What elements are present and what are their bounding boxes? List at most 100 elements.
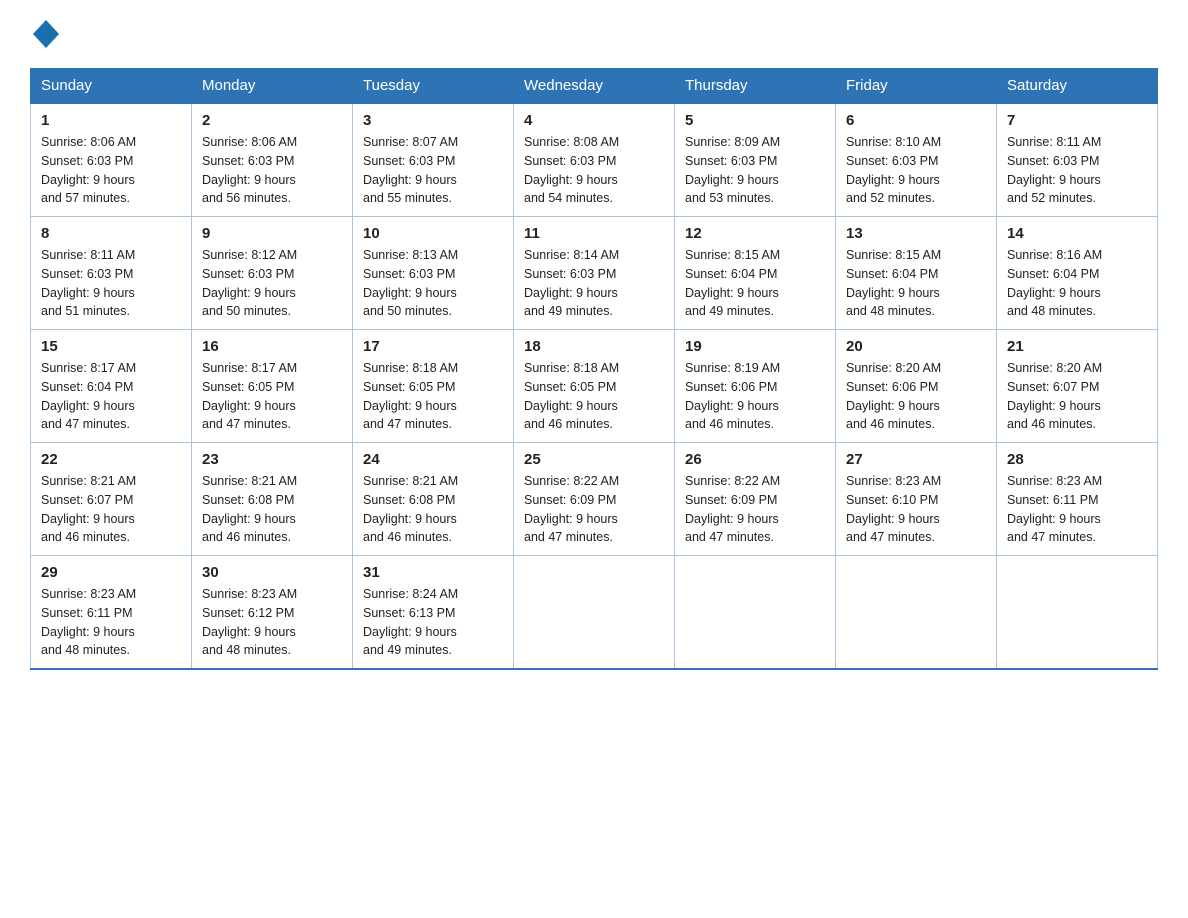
day-info: Sunrise: 8:17 AM Sunset: 6:04 PM Dayligh… <box>41 359 181 434</box>
day-number: 14 <box>1007 225 1147 242</box>
day-info: Sunrise: 8:09 AM Sunset: 6:03 PM Dayligh… <box>685 133 825 208</box>
day-info: Sunrise: 8:08 AM Sunset: 6:03 PM Dayligh… <box>524 133 664 208</box>
calendar-cell: 3 Sunrise: 8:07 AM Sunset: 6:03 PM Dayli… <box>353 103 514 217</box>
day-info: Sunrise: 8:23 AM Sunset: 6:10 PM Dayligh… <box>846 472 986 547</box>
calendar-body: 1 Sunrise: 8:06 AM Sunset: 6:03 PM Dayli… <box>31 103 1158 669</box>
day-number: 18 <box>524 338 664 355</box>
day-number: 2 <box>202 112 342 129</box>
calendar-cell: 27 Sunrise: 8:23 AM Sunset: 6:10 PM Dayl… <box>836 443 997 556</box>
day-number: 3 <box>363 112 503 129</box>
day-info: Sunrise: 8:23 AM Sunset: 6:11 PM Dayligh… <box>1007 472 1147 547</box>
weekday-friday: Friday <box>836 69 997 104</box>
calendar-week-5: 29 Sunrise: 8:23 AM Sunset: 6:11 PM Dayl… <box>31 556 1158 670</box>
day-info: Sunrise: 8:20 AM Sunset: 6:07 PM Dayligh… <box>1007 359 1147 434</box>
day-info: Sunrise: 8:20 AM Sunset: 6:06 PM Dayligh… <box>846 359 986 434</box>
calendar-header: SundayMondayTuesdayWednesdayThursdayFrid… <box>31 69 1158 104</box>
calendar-week-2: 8 Sunrise: 8:11 AM Sunset: 6:03 PM Dayli… <box>31 217 1158 330</box>
calendar-cell: 2 Sunrise: 8:06 AM Sunset: 6:03 PM Dayli… <box>192 103 353 217</box>
weekday-wednesday: Wednesday <box>514 69 675 104</box>
calendar-cell: 1 Sunrise: 8:06 AM Sunset: 6:03 PM Dayli… <box>31 103 192 217</box>
day-number: 30 <box>202 564 342 581</box>
day-info: Sunrise: 8:14 AM Sunset: 6:03 PM Dayligh… <box>524 246 664 321</box>
day-number: 22 <box>41 451 181 468</box>
day-number: 16 <box>202 338 342 355</box>
day-number: 11 <box>524 225 664 242</box>
day-info: Sunrise: 8:24 AM Sunset: 6:13 PM Dayligh… <box>363 585 503 660</box>
calendar-table: SundayMondayTuesdayWednesdayThursdayFrid… <box>30 68 1158 670</box>
calendar-cell: 19 Sunrise: 8:19 AM Sunset: 6:06 PM Dayl… <box>675 330 836 443</box>
day-number: 23 <box>202 451 342 468</box>
calendar-cell: 14 Sunrise: 8:16 AM Sunset: 6:04 PM Dayl… <box>997 217 1158 330</box>
day-info: Sunrise: 8:07 AM Sunset: 6:03 PM Dayligh… <box>363 133 503 208</box>
calendar-cell: 6 Sunrise: 8:10 AM Sunset: 6:03 PM Dayli… <box>836 103 997 217</box>
weekday-header-row: SundayMondayTuesdayWednesdayThursdayFrid… <box>31 69 1158 104</box>
day-number: 31 <box>363 564 503 581</box>
day-info: Sunrise: 8:15 AM Sunset: 6:04 PM Dayligh… <box>685 246 825 321</box>
day-info: Sunrise: 8:16 AM Sunset: 6:04 PM Dayligh… <box>1007 246 1147 321</box>
day-number: 13 <box>846 225 986 242</box>
day-number: 8 <box>41 225 181 242</box>
day-info: Sunrise: 8:19 AM Sunset: 6:06 PM Dayligh… <box>685 359 825 434</box>
day-number: 9 <box>202 225 342 242</box>
calendar-cell: 29 Sunrise: 8:23 AM Sunset: 6:11 PM Dayl… <box>31 556 192 670</box>
day-number: 7 <box>1007 112 1147 129</box>
day-info: Sunrise: 8:23 AM Sunset: 6:11 PM Dayligh… <box>41 585 181 660</box>
day-number: 21 <box>1007 338 1147 355</box>
day-number: 29 <box>41 564 181 581</box>
logo <box>30 20 59 48</box>
calendar-cell: 12 Sunrise: 8:15 AM Sunset: 6:04 PM Dayl… <box>675 217 836 330</box>
calendar-cell: 9 Sunrise: 8:12 AM Sunset: 6:03 PM Dayli… <box>192 217 353 330</box>
weekday-thursday: Thursday <box>675 69 836 104</box>
calendar-cell: 13 Sunrise: 8:15 AM Sunset: 6:04 PM Dayl… <box>836 217 997 330</box>
calendar-cell: 10 Sunrise: 8:13 AM Sunset: 6:03 PM Dayl… <box>353 217 514 330</box>
calendar-week-1: 1 Sunrise: 8:06 AM Sunset: 6:03 PM Dayli… <box>31 103 1158 217</box>
day-info: Sunrise: 8:06 AM Sunset: 6:03 PM Dayligh… <box>202 133 342 208</box>
calendar-cell: 28 Sunrise: 8:23 AM Sunset: 6:11 PM Dayl… <box>997 443 1158 556</box>
day-number: 26 <box>685 451 825 468</box>
day-number: 25 <box>524 451 664 468</box>
day-info: Sunrise: 8:15 AM Sunset: 6:04 PM Dayligh… <box>846 246 986 321</box>
day-number: 24 <box>363 451 503 468</box>
page-header <box>30 20 1158 48</box>
day-info: Sunrise: 8:12 AM Sunset: 6:03 PM Dayligh… <box>202 246 342 321</box>
day-number: 17 <box>363 338 503 355</box>
calendar-cell: 22 Sunrise: 8:21 AM Sunset: 6:07 PM Dayl… <box>31 443 192 556</box>
weekday-tuesday: Tuesday <box>353 69 514 104</box>
calendar-cell: 25 Sunrise: 8:22 AM Sunset: 6:09 PM Dayl… <box>514 443 675 556</box>
day-number: 1 <box>41 112 181 129</box>
calendar-cell <box>997 556 1158 670</box>
day-number: 19 <box>685 338 825 355</box>
day-info: Sunrise: 8:13 AM Sunset: 6:03 PM Dayligh… <box>363 246 503 321</box>
day-info: Sunrise: 8:21 AM Sunset: 6:08 PM Dayligh… <box>202 472 342 547</box>
calendar-cell: 5 Sunrise: 8:09 AM Sunset: 6:03 PM Dayli… <box>675 103 836 217</box>
day-info: Sunrise: 8:17 AM Sunset: 6:05 PM Dayligh… <box>202 359 342 434</box>
calendar-cell: 11 Sunrise: 8:14 AM Sunset: 6:03 PM Dayl… <box>514 217 675 330</box>
day-number: 27 <box>846 451 986 468</box>
day-number: 10 <box>363 225 503 242</box>
weekday-monday: Monday <box>192 69 353 104</box>
day-info: Sunrise: 8:22 AM Sunset: 6:09 PM Dayligh… <box>685 472 825 547</box>
day-number: 12 <box>685 225 825 242</box>
calendar-week-4: 22 Sunrise: 8:21 AM Sunset: 6:07 PM Dayl… <box>31 443 1158 556</box>
calendar-cell: 18 Sunrise: 8:18 AM Sunset: 6:05 PM Dayl… <box>514 330 675 443</box>
calendar-cell: 17 Sunrise: 8:18 AM Sunset: 6:05 PM Dayl… <box>353 330 514 443</box>
day-number: 28 <box>1007 451 1147 468</box>
day-number: 5 <box>685 112 825 129</box>
day-info: Sunrise: 8:22 AM Sunset: 6:09 PM Dayligh… <box>524 472 664 547</box>
calendar-cell: 21 Sunrise: 8:20 AM Sunset: 6:07 PM Dayl… <box>997 330 1158 443</box>
day-info: Sunrise: 8:21 AM Sunset: 6:08 PM Dayligh… <box>363 472 503 547</box>
day-number: 20 <box>846 338 986 355</box>
calendar-cell <box>514 556 675 670</box>
calendar-cell <box>836 556 997 670</box>
calendar-cell: 31 Sunrise: 8:24 AM Sunset: 6:13 PM Dayl… <box>353 556 514 670</box>
day-number: 15 <box>41 338 181 355</box>
day-info: Sunrise: 8:21 AM Sunset: 6:07 PM Dayligh… <box>41 472 181 547</box>
calendar-cell: 4 Sunrise: 8:08 AM Sunset: 6:03 PM Dayli… <box>514 103 675 217</box>
calendar-cell: 15 Sunrise: 8:17 AM Sunset: 6:04 PM Dayl… <box>31 330 192 443</box>
calendar-cell: 24 Sunrise: 8:21 AM Sunset: 6:08 PM Dayl… <box>353 443 514 556</box>
calendar-cell <box>675 556 836 670</box>
weekday-sunday: Sunday <box>31 69 192 104</box>
day-number: 4 <box>524 112 664 129</box>
calendar-week-3: 15 Sunrise: 8:17 AM Sunset: 6:04 PM Dayl… <box>31 330 1158 443</box>
calendar-cell: 16 Sunrise: 8:17 AM Sunset: 6:05 PM Dayl… <box>192 330 353 443</box>
